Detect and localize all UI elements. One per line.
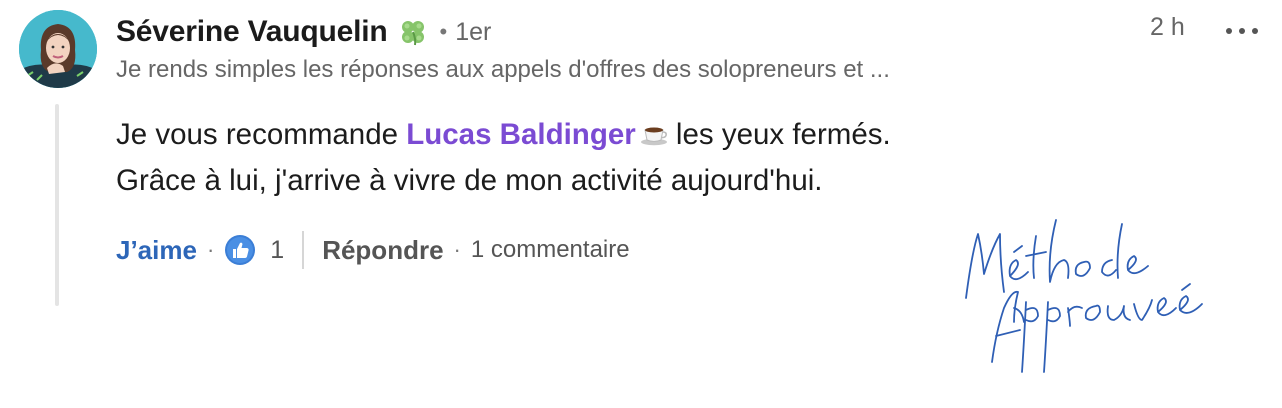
comment-line-1: Je vous recommande Lucas Baldinger les y… (116, 112, 891, 158)
ellipsis-dot (1239, 28, 1245, 34)
thumbs-up-icon[interactable] (224, 234, 256, 266)
author-headline: Je rends simples les réponses aux appels… (116, 56, 890, 83)
ellipsis-dot (1252, 28, 1258, 34)
thread-line (55, 104, 59, 306)
like-button[interactable]: J’aime (116, 235, 197, 266)
timestamp: 2 h (1150, 13, 1185, 41)
divider (302, 231, 305, 269)
more-options-button[interactable] (1222, 14, 1262, 48)
comment-actions: J’aime · 1 Répondre · 1 commentaire (116, 230, 630, 270)
separator-dot: · (453, 237, 461, 262)
reply-button[interactable]: Répondre (322, 235, 443, 266)
coffee-cup-icon (640, 122, 668, 146)
reply-count-link[interactable]: 1 commentaire (471, 236, 630, 264)
mention-link[interactable]: Lucas Baldinger (406, 118, 636, 151)
comment-header: Séverine Vauquelin • 1er (116, 12, 491, 52)
comment-card: Séverine Vauquelin • 1er 2 h Je rends si… (0, 0, 1282, 408)
comment-line-2: Grâce à lui, j'arrive à vivre de mon act… (116, 164, 823, 197)
author-name[interactable]: Séverine Vauquelin (116, 15, 388, 49)
avatar[interactable] (19, 10, 97, 88)
comment-body: Je vous recommande Lucas Baldinger les y… (116, 112, 891, 204)
four-leaf-clover-icon (398, 17, 428, 47)
ellipsis-dot (1226, 28, 1232, 34)
signature-stamp (952, 212, 1252, 382)
comment-text-after-mention: les yeux fermés. (667, 118, 891, 151)
avatar-portrait (19, 10, 97, 88)
separator-dot: • (439, 19, 448, 44)
separator-dot: · (206, 237, 215, 262)
reaction-count[interactable]: 1 (270, 236, 284, 265)
connection-degree: 1er (455, 17, 492, 46)
comment-text-before-mention: Je vous recommande (116, 118, 407, 151)
